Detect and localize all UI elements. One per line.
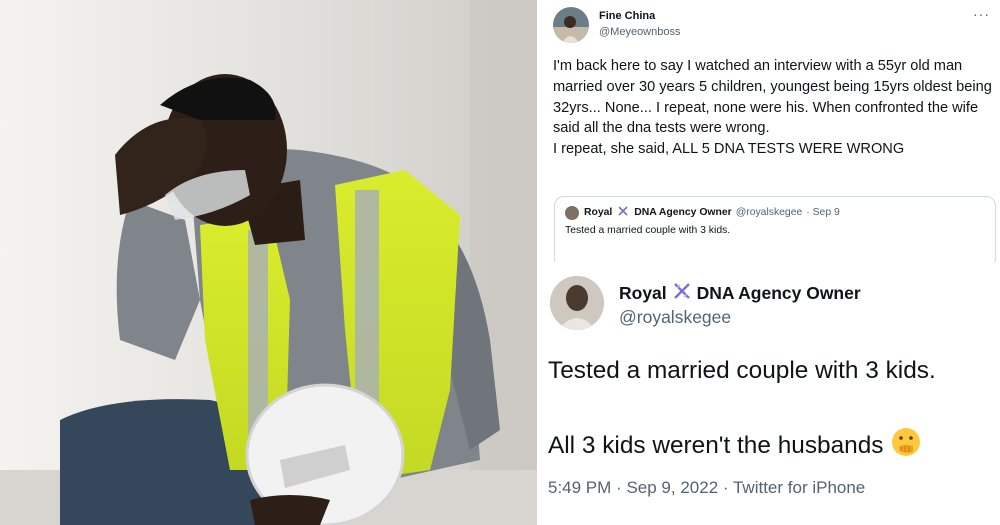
tweet-meta: 5:49 PM · Sep 9, 2022 · Twitter for iPho… — [548, 478, 865, 498]
author-name[interactable]: Fine China — [599, 10, 655, 22]
avatar[interactable] — [550, 276, 604, 330]
quoted-author-title: DNA Agency Owner — [634, 207, 732, 218]
tweet-paragraph: I'm back here to say I watched an interv… — [553, 58, 992, 137]
zoomed-tweet-card: Royal DNA Agency Owner @royalskegee Test… — [537, 262, 1000, 525]
meta-separator: · — [616, 478, 622, 497]
photo-stressed-worker — [0, 0, 537, 525]
tweet-source[interactable]: Twitter for iPhone — [733, 478, 865, 497]
quoted-tweet[interactable]: Royal DNA Agency Owner @royalskegee · Se… — [554, 196, 996, 268]
quoted-author-handle: @royalskegee — [735, 207, 803, 218]
zoomed-author-name: Royal — [619, 283, 667, 303]
author-handle[interactable]: @Meyeownboss — [599, 26, 680, 38]
zoomed-tweet-text: All 3 kids weren't the husbands — [548, 431, 884, 459]
zoomed-tweet-text-line2: All 3 kids weren't the husbands — [548, 427, 921, 464]
avatar[interactable] — [553, 7, 589, 43]
quoted-tweet-text: Tested a married couple with 3 kids. — [565, 225, 731, 236]
tweet-paragraph: I repeat, she said, ALL 5 DNA TESTS WERE… — [553, 141, 905, 158]
tweet-time[interactable]: 5:49 PM — [548, 478, 611, 497]
zoomed-tweet-text-line1: Tested a married couple with 3 kids. — [548, 357, 936, 384]
zoomed-author-title: DNA Agency Owner — [696, 283, 861, 303]
tweet-text: I'm back here to say I watched an interv… — [553, 56, 995, 160]
dna-icon — [672, 281, 692, 306]
dna-icon — [617, 205, 629, 220]
quoted-tweet-date: · Sep 9 — [806, 207, 840, 218]
more-horizontal-icon[interactable]: ··· — [973, 6, 990, 22]
zoomed-author-name-row[interactable]: Royal DNA Agency Owner — [619, 281, 861, 306]
hand-over-mouth-emoji-icon — [891, 427, 921, 464]
zoomed-author-handle[interactable]: @royalskegee — [619, 307, 731, 328]
quoted-author-name: Royal — [584, 207, 613, 218]
meta-separator: · — [722, 478, 729, 497]
tweet-date[interactable]: Sep 9, 2022 — [626, 478, 718, 497]
quoted-tweet-header: Royal DNA Agency Owner @royalskegee · Se… — [565, 205, 840, 220]
avatar — [565, 205, 579, 220]
